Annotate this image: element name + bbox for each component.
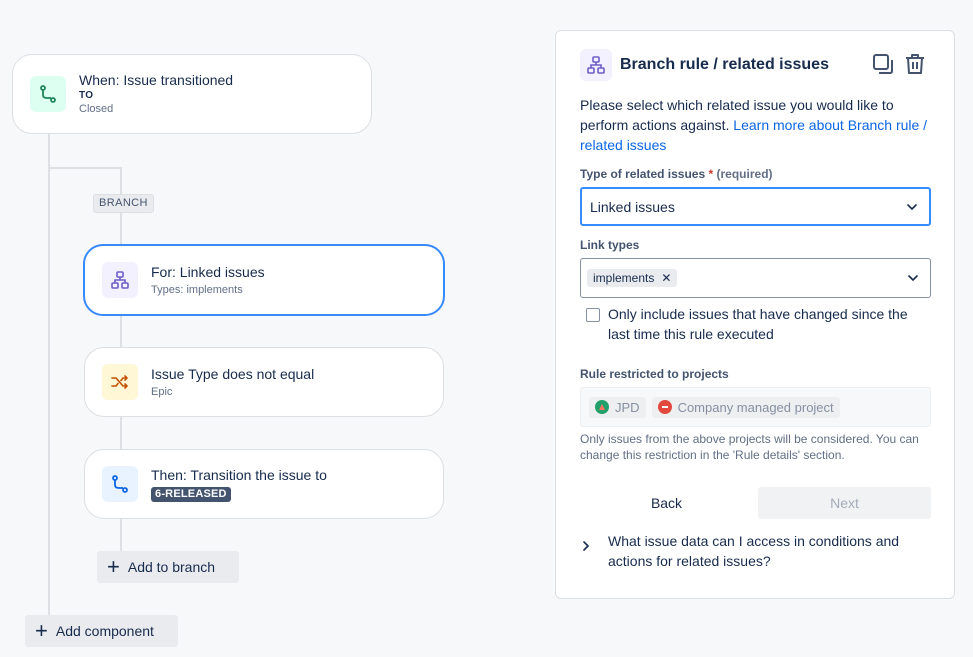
trigger-status: Closed (79, 103, 114, 115)
panel-title: Branch rule / related issues (620, 56, 829, 73)
projects-label: Rule restricted to projects (580, 367, 729, 381)
hierarchy-icon (580, 49, 612, 81)
plus-icon: + (35, 618, 48, 643)
header-actions (872, 53, 926, 80)
copy-icon[interactable] (872, 53, 894, 80)
chevron-down-icon (905, 200, 919, 214)
link-type-tag-label: implements (593, 271, 655, 285)
back-button[interactable]: Back (580, 487, 753, 519)
condition-card[interactable]: Issue Type does not equal Epic (84, 347, 444, 417)
type-label-text: Type of related issues (580, 167, 706, 181)
close-icon[interactable]: ✕ (661, 271, 671, 285)
project-avatar-icon (657, 400, 672, 414)
trigger-title: When: Issue transitioned (79, 72, 234, 88)
link-types-select[interactable]: implements ✕ (580, 258, 931, 298)
faq-expander[interactable]: What issue data can I access in conditio… (582, 531, 932, 571)
add-component-label: Add component (55, 623, 154, 639)
config-panel: Branch rule / related issues Please sele… (555, 30, 955, 599)
project-chip-label: JPD (615, 399, 640, 415)
project-chip-jpd: JPD (589, 396, 646, 418)
transition-icon (102, 466, 138, 502)
trigger-card[interactable]: When: Issue transitioned TO Closed (12, 54, 372, 134)
add-to-branch-button[interactable]: + Add to branch (97, 551, 239, 583)
next-button[interactable]: Next (758, 487, 931, 519)
condition-card-title: Issue Type does not equal (151, 365, 315, 382)
link-type-tag: implements ✕ (587, 269, 678, 287)
add-component-button[interactable]: + Add component (25, 615, 178, 647)
action-card[interactable]: Then: Transition the issue to 6-RELEASED (84, 449, 444, 519)
type-select-value: Linked issues (590, 198, 675, 215)
branch-connector-top (48, 167, 122, 169)
required-mark: * (708, 167, 714, 181)
branch-card-title: For: Linked issues (151, 263, 265, 280)
main-connector (48, 133, 50, 618)
projects-field: JPD Company managed project (580, 387, 931, 427)
faq-label: What issue data can I access in conditio… (608, 533, 900, 569)
required-text: (required) (716, 167, 773, 181)
trash-icon[interactable] (904, 53, 926, 80)
project-avatar-icon (595, 400, 609, 414)
project-chip-company: Company managed project (651, 396, 840, 418)
type-label: Type of related issues * (required) (580, 167, 773, 181)
branch-card[interactable]: For: Linked issues Types: implements (83, 244, 445, 316)
panel-header: Branch rule / related issues (580, 49, 829, 81)
changed-issues-label: Only include issues that have changed si… (608, 306, 908, 342)
branch-card-sub: Types: implements (151, 283, 243, 296)
trigger-to-label: TO (79, 90, 94, 101)
panel-description: Please select which related issue you wo… (580, 95, 930, 155)
chevron-down-icon (906, 271, 920, 285)
type-select[interactable]: Linked issues (580, 187, 931, 226)
projects-hint: Only issues from the above projects will… (580, 432, 919, 462)
changed-issues-checkbox[interactable] (586, 308, 600, 322)
plus-icon: + (107, 554, 120, 579)
hierarchy-icon (102, 262, 138, 298)
condition-card-sub: Epic (151, 385, 173, 398)
changed-issues-option: Only include issues that have changed si… (586, 304, 926, 344)
status-lozenge: 6-RELEASED (151, 486, 231, 502)
action-card-title: Then: Transition the issue to (151, 466, 327, 483)
project-chip-label: Company managed project (677, 399, 834, 415)
transition-icon (30, 76, 66, 112)
link-types-label: Link types (580, 238, 640, 252)
shuffle-icon (102, 364, 138, 400)
branch-tag: BRANCH (93, 194, 154, 213)
chevron-right-icon (582, 531, 598, 571)
add-to-branch-label: Add to branch (127, 559, 216, 575)
